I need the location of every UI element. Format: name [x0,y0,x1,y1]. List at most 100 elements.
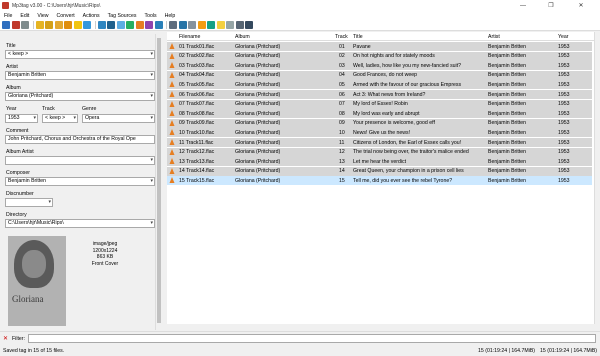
settings-icon[interactable] [235,21,244,29]
maximize-button[interactable]: ❐ [540,0,562,11]
title-field[interactable]: < keep > ▾ [5,50,155,59]
cell-artist: Benjamin Britten [488,149,527,156]
chevron-down-icon[interactable]: ▾ [150,93,153,100]
menu-tag-sources[interactable]: Tag Sources [104,13,141,19]
cell-artist: Benjamin Britten [488,139,527,146]
clear-filter-icon[interactable]: ✕ [3,335,8,342]
chevron-down-icon[interactable]: ▾ [150,115,153,122]
table-row[interactable]: 03 Track03.flac Gloriana (Pritchard) 03 Wel… [167,61,592,71]
cell-year: 1953 [558,43,570,50]
table-row[interactable]: 05 Track05.flac Gloriana (Pritchard) 05 Arm… [167,80,592,90]
chevron-down-icon[interactable]: ▾ [150,72,153,79]
favorite-folder-icon[interactable] [64,21,72,29]
column-title[interactable]: Title [353,34,363,40]
table-row[interactable]: 02 Track02.flac Gloriana (Pritchard) 02 On … [167,51,592,61]
filter-input[interactable] [28,334,596,343]
menu-file[interactable]: File [0,13,16,19]
menu-help[interactable]: Help [161,13,180,19]
filename-filename-icon[interactable] [116,21,125,29]
cell-title: Act 3: What news from Ireland? [353,91,426,98]
discnumber-field[interactable]: ▾ [5,198,53,207]
table-row[interactable]: 08 Track08.flac Gloriana (Pritchard) 08 My … [167,109,592,119]
column-artist[interactable]: Artist [488,34,500,40]
horizontal-scrollbar[interactable] [167,324,595,329]
column-year[interactable]: Year [558,34,568,40]
table-row[interactable]: 01 Track01.flac Gloriana (Pritchard) 01 Pav… [167,42,592,51]
comment-field[interactable]: John Pritchard, Chorus and Orchestra of … [5,135,155,144]
star-icon[interactable] [73,21,82,29]
scrollbar-thumb[interactable] [157,38,161,323]
album-artist-field[interactable]: ▾ [5,156,155,165]
list-icon[interactable] [178,21,187,29]
table-row[interactable]: 15 Track15.flac Gloriana (Pritchard) 15 Tel… [167,176,592,186]
toolbar [0,20,600,31]
close-button[interactable]: ✕ [570,0,592,11]
globe-icon[interactable] [226,21,234,29]
cell-track: 07 [339,101,345,108]
genre-field[interactable]: Opera ▾ [82,114,155,123]
playlist-icon[interactable] [135,21,144,29]
remove-tag-icon[interactable] [11,21,20,29]
track-field[interactable]: < keep > ▾ [42,114,78,123]
refresh-icon[interactable] [83,21,91,29]
menu-edit[interactable]: Edit [16,13,33,19]
flac-file-icon [169,177,175,184]
chevron-down-icon[interactable]: ▾ [150,157,153,164]
minimize-button[interactable]: — [512,0,534,11]
year-field[interactable]: 1953 ▾ [5,114,38,123]
cover-icon[interactable] [197,21,206,29]
flac-file-icon [169,139,175,145]
open-folder-icon[interactable] [35,21,44,29]
cell-album: Gloriana (Pritchard) [235,110,281,117]
action-icon[interactable] [145,21,153,29]
cell-title: Good Frances, do not weep [353,72,418,79]
filename-tag-icon[interactable] [107,21,115,29]
table-row[interactable]: 06 Track06.flac Gloriana (Pritchard) 06 Act… [167,90,592,99]
undo-icon[interactable] [21,21,29,29]
tools-icon[interactable] [245,21,253,29]
menu-actions[interactable]: Actions [79,13,104,19]
column-album[interactable]: Album [235,34,250,40]
table-row[interactable]: 09 Track09.flac Gloriana (Pritchard) 09 You… [167,118,592,128]
folder-icon[interactable] [54,21,63,29]
web-source-icon[interactable] [207,21,215,29]
column-filename[interactable]: Filename [179,34,200,40]
artist-field[interactable]: Benjamin Britten ▾ [5,71,155,80]
file-list-scrollbar[interactable] [594,32,600,328]
table-row[interactable]: 04 Track04.flac Gloriana (Pritchard) 04 Goo… [167,70,592,80]
file-list-header: Filename Album Track Title Artist Year [167,32,600,41]
composer-field[interactable]: Benjamin Britten ▾ [5,177,155,186]
add-folder-icon[interactable] [45,21,53,29]
table-row[interactable]: 07 Track07.flac Gloriana (Pritchard) 07 My … [167,99,592,109]
chevron-down-icon[interactable]: ▾ [150,220,153,227]
table-row[interactable]: 14 Track14.flac Gloriana (Pritchard) 14 Gre… [167,166,592,176]
text-file-tag-icon[interactable] [126,21,134,29]
tag-filename-icon[interactable] [97,21,106,29]
tag-panel-scrollbar[interactable] [155,34,161,330]
chevron-down-icon[interactable]: ▾ [73,115,76,122]
cell-track: 04 [339,72,345,79]
chevron-down-icon[interactable]: ▾ [150,51,153,58]
table-icon[interactable] [188,21,196,29]
directory-field[interactable]: C:\Users\hjr\Music\Rips\ ▾ [5,219,155,228]
save-icon[interactable] [2,21,10,29]
table-row[interactable]: 11 Track11.flac Gloriana (Pritchard) 11 Cit… [167,138,592,147]
menu-view[interactable]: View [33,13,52,19]
chevron-down-icon[interactable]: ▾ [48,199,51,206]
column-track[interactable]: Track [335,34,348,40]
menu-convert[interactable]: Convert [52,13,78,19]
cover-art[interactable]: Gloriana [8,236,66,326]
chevron-down-icon[interactable]: ▾ [33,115,36,122]
table-row[interactable]: 10 Track10.flac Gloriana (Pritchard) 10 New… [167,128,592,138]
flac-file-icon [169,43,175,49]
album-field[interactable]: Gloriana (Pritchard) ▾ [5,92,155,101]
table-row[interactable]: 13 Track13.flac Gloriana (Pritchard) 13 Let… [167,157,592,167]
cell-filename: 02 Track02.flac [179,53,215,60]
text-icon[interactable] [154,21,163,29]
menu-tools[interactable]: Tools [141,13,161,19]
chevron-down-icon[interactable]: ▾ [150,178,153,185]
cover-type: Front Cover [91,260,119,267]
export-icon[interactable] [169,21,177,29]
sun-icon[interactable] [216,21,225,29]
table-row[interactable]: 12 Track12.flac Gloriana (Pritchard) 12 The… [167,147,592,157]
